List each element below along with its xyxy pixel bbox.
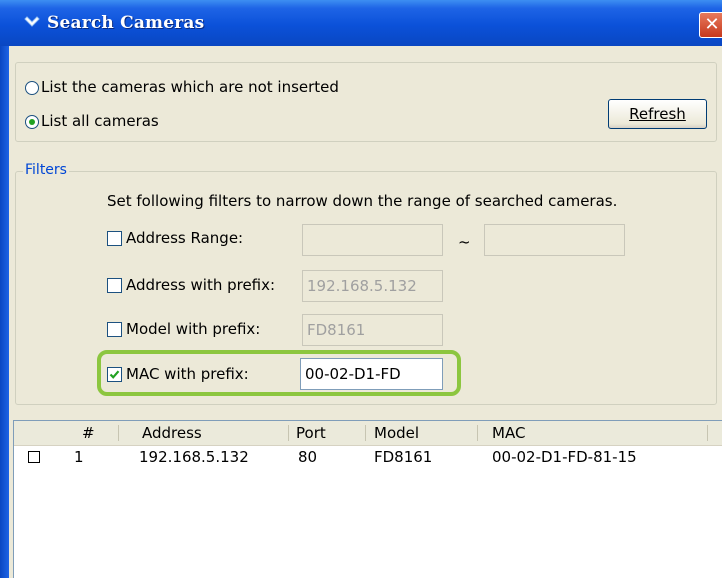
- column-header-address[interactable]: Address: [142, 421, 202, 445]
- search-cameras-dialog: Search Cameras ✕ List the cameras which …: [0, 0, 722, 578]
- radio-not-inserted[interactable]: [25, 81, 39, 95]
- address-range-from-field[interactable]: [302, 224, 443, 256]
- row-mac: 00-02-D1-FD-81-15: [492, 448, 637, 466]
- model-prefix-field[interactable]: FD8161: [302, 314, 443, 346]
- checkmark-icon: [109, 370, 120, 379]
- address-range-to-field[interactable]: [484, 224, 625, 256]
- address-range-checkbox[interactable]: [107, 231, 122, 246]
- radio-not-inserted-label[interactable]: List the cameras which are not inserted: [41, 78, 339, 96]
- close-button[interactable]: ✕: [699, 12, 722, 38]
- row-port: 80: [298, 448, 318, 466]
- radio-all-cameras[interactable]: [25, 115, 39, 129]
- column-separator[interactable]: [118, 425, 119, 441]
- refresh-button[interactable]: Refresh: [608, 99, 707, 129]
- column-header-mac[interactable]: MAC: [492, 421, 525, 445]
- title-bar[interactable]: Search Cameras ✕: [0, 0, 722, 46]
- address-range-separator: ~: [458, 233, 471, 251]
- mac-prefix-checkbox[interactable]: [107, 367, 122, 382]
- row-address: 192.168.5.132: [139, 448, 249, 466]
- model-prefix-checkbox[interactable]: [107, 322, 122, 337]
- column-separator[interactable]: [365, 425, 366, 441]
- radio-all-cameras-label[interactable]: List all cameras: [41, 112, 159, 130]
- results-header: # Address Port Model MAC: [14, 421, 722, 446]
- window-frame-left: [0, 46, 9, 578]
- radio-selected-dot: [29, 119, 35, 125]
- window-title: Search Cameras: [47, 13, 205, 33]
- column-separator[interactable]: [477, 425, 478, 441]
- table-row[interactable]: 1 192.168.5.132 80 FD8161 00-02-D1-FD-81…: [14, 445, 722, 469]
- address-prefix-field[interactable]: 192.168.5.132: [302, 270, 443, 302]
- filters-description: Set following filters to narrow down the…: [107, 192, 618, 210]
- row-index: 1: [74, 448, 84, 466]
- dialog-content: List the cameras which are not inserted …: [9, 46, 722, 578]
- filters-group-label: Filters: [23, 162, 69, 178]
- mac-prefix-field[interactable]: 00-02-D1-FD: [300, 358, 443, 390]
- camera-results-list[interactable]: # Address Port Model MAC 1 192.168.5.132…: [13, 420, 722, 578]
- address-range-label[interactable]: Address Range:: [126, 229, 243, 247]
- column-separator[interactable]: [288, 425, 289, 441]
- address-prefix-checkbox[interactable]: [107, 278, 122, 293]
- column-header-model[interactable]: Model: [374, 421, 419, 445]
- address-prefix-label[interactable]: Address with prefix:: [126, 276, 275, 294]
- row-checkbox[interactable]: [28, 451, 40, 463]
- column-header-port[interactable]: Port: [296, 421, 326, 445]
- column-header-index[interactable]: #: [82, 421, 95, 445]
- row-model: FD8161: [374, 448, 433, 466]
- column-separator[interactable]: [707, 425, 708, 441]
- model-prefix-label[interactable]: Model with prefix:: [126, 320, 260, 338]
- refresh-label: Refresh: [629, 105, 686, 123]
- camera-search-icon: [24, 16, 40, 27]
- mac-prefix-label[interactable]: MAC with prefix:: [126, 365, 249, 383]
